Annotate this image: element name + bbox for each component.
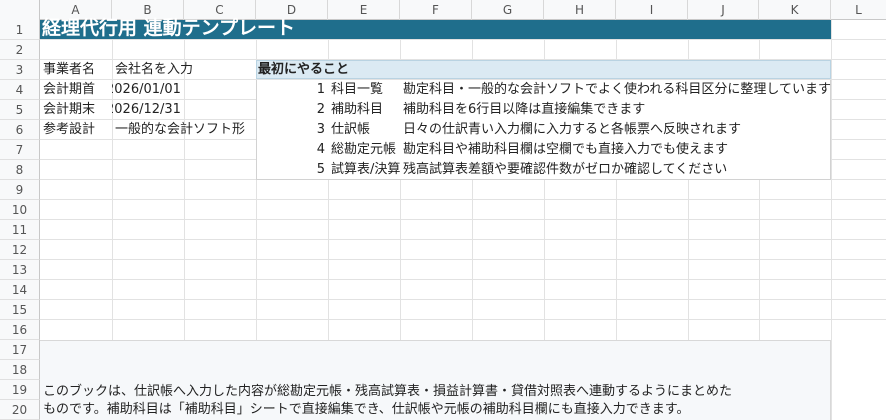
row-header[interactable]: 1 xyxy=(0,20,40,40)
column-header-h[interactable]: H xyxy=(544,0,616,20)
step-number[interactable]: 4 xyxy=(256,140,328,160)
row-header[interactable]: 8 xyxy=(0,160,40,180)
row-header[interactable]: 15 xyxy=(0,300,40,320)
column-header-e[interactable]: E xyxy=(328,0,400,20)
row-header[interactable]: 9 xyxy=(0,180,40,200)
step-number[interactable]: 3 xyxy=(256,120,328,140)
row-header[interactable]: 10 xyxy=(0,200,40,220)
step-name[interactable]: 科目一覧 xyxy=(328,80,400,100)
gridline xyxy=(40,239,886,240)
row-header[interactable]: 16 xyxy=(0,320,40,340)
row-header[interactable]: 7 xyxy=(0,140,40,160)
row-header[interactable]: 20 xyxy=(0,400,40,420)
column-header-g[interactable]: G xyxy=(472,0,544,20)
row-header[interactable]: 11 xyxy=(0,220,40,240)
row-header[interactable]: 18 xyxy=(0,360,40,380)
row-header[interactable]: 4 xyxy=(0,80,40,100)
select-all-corner[interactable] xyxy=(0,0,40,20)
step-number[interactable]: 2 xyxy=(256,100,328,120)
row-header[interactable]: 13 xyxy=(0,260,40,280)
row-header[interactable]: 19 xyxy=(0,380,40,400)
info-label-reference[interactable]: 参考設計 xyxy=(40,120,112,140)
info-value-period-start[interactable]: 2026/01/01 xyxy=(112,80,184,100)
column-header-i[interactable]: I xyxy=(616,0,688,20)
row-header[interactable]: 6 xyxy=(0,120,40,140)
step-description[interactable]: 勘定科目や補助科目欄は空欄でも直接入力でも使えます xyxy=(400,140,831,160)
gridline xyxy=(40,199,886,200)
step-name[interactable]: 仕訳帳 xyxy=(328,120,400,140)
info-label-company[interactable]: 事業者名 xyxy=(40,60,112,80)
row-header[interactable]: 2 xyxy=(0,40,40,60)
step-number[interactable]: 1 xyxy=(256,80,328,100)
note-line: このブックは、仕訳帳へ入力した内容が総勘定元帳・残高試算表・損益計算書・貸借対照… xyxy=(43,384,733,399)
column-header-j[interactable]: J xyxy=(688,0,759,20)
info-value-company[interactable]: 会社名を入力 xyxy=(112,60,256,80)
step-description[interactable]: 勘定科目・一般的な会計ソフトでよく使われる科目区分に整理しています xyxy=(400,80,886,100)
section-title: 最初にやること xyxy=(258,62,350,77)
step-description[interactable]: 補助科目を6行目以降は直接編集できます xyxy=(400,100,831,120)
row-header[interactable]: 17 xyxy=(0,340,40,360)
step-name[interactable]: 試算表/決算 xyxy=(328,160,400,180)
gridline xyxy=(40,319,886,320)
step-name[interactable]: 総勘定元帳 xyxy=(328,140,400,160)
sheet-title: 経理代行用 連動テンプレート xyxy=(42,17,296,39)
row-header[interactable]: 14 xyxy=(0,280,40,300)
info-value-reference[interactable]: 一般的な会計ソフト形 xyxy=(112,120,256,140)
step-description[interactable]: 残高試算表差額や要確認件数がゼロか確認してください xyxy=(400,160,831,180)
row-header[interactable]: 12 xyxy=(0,240,40,260)
step-number[interactable]: 5 xyxy=(256,160,328,180)
step-name[interactable]: 補助科目 xyxy=(328,100,400,120)
gridline xyxy=(40,219,886,220)
note-line: ものです。補助科目は「補助科目」シートで直接編集でき、仕訳帳や元帳の補助科目欄に… xyxy=(43,402,690,417)
info-value-period-end[interactable]: 2026/12/31 xyxy=(112,100,184,120)
row-header-column: 1 2 3 4 5 6 7 8 9 10 11 12 13 14 15 16 1… xyxy=(0,20,40,420)
info-label-period-start[interactable]: 会計期首 xyxy=(40,80,112,100)
gridline xyxy=(40,299,886,300)
info-label-period-end[interactable]: 会計期末 xyxy=(40,100,112,120)
row-header[interactable]: 5 xyxy=(0,100,40,120)
step-description[interactable]: 日々の仕訳青い入力欄に入力すると各帳票へ反映されます xyxy=(400,120,831,140)
column-header-k[interactable]: K xyxy=(759,0,831,20)
column-header-l[interactable]: L xyxy=(831,0,886,20)
gridline xyxy=(40,279,886,280)
row-header[interactable]: 3 xyxy=(0,60,40,80)
gridline xyxy=(40,259,886,260)
column-header-f[interactable]: F xyxy=(400,0,472,20)
